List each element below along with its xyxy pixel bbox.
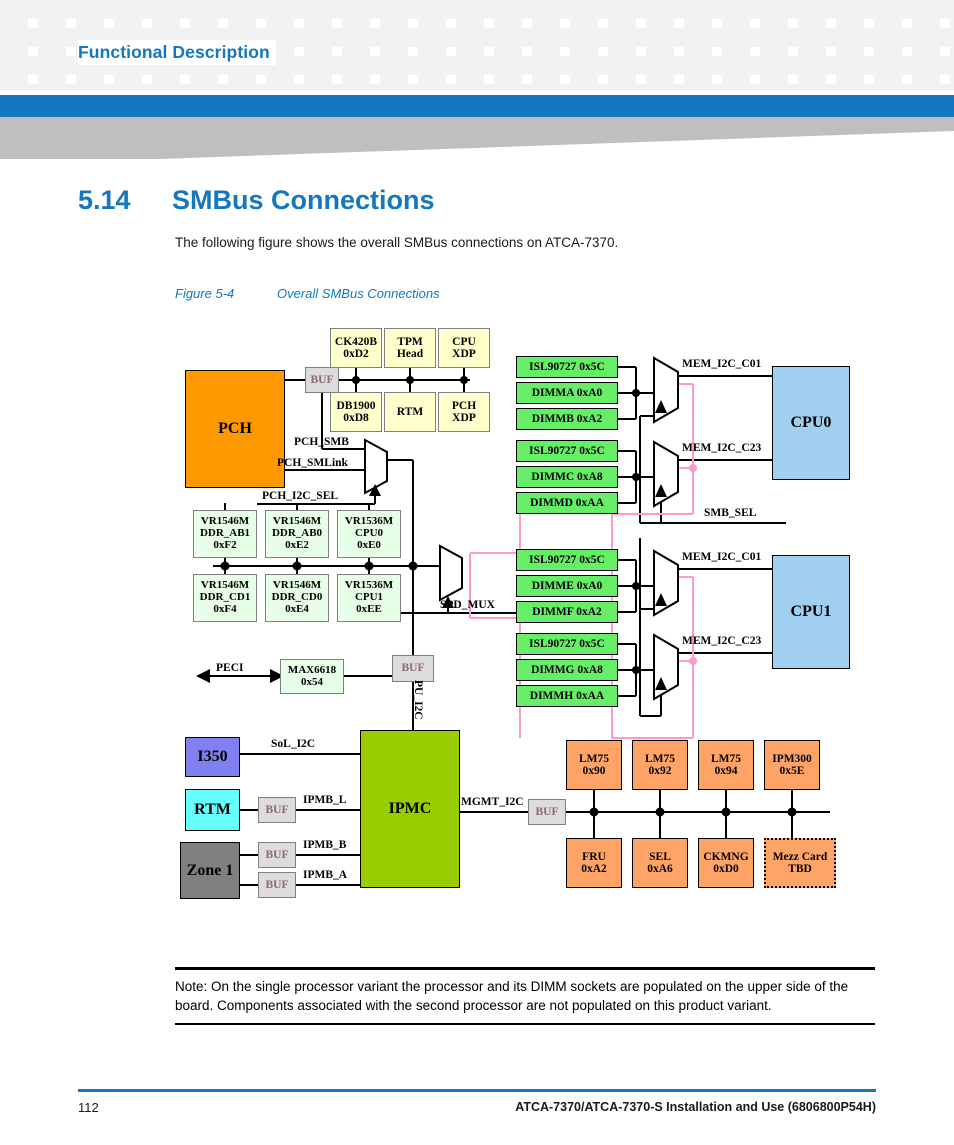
block-rtm-left: RTM <box>185 789 240 831</box>
block-cpu1: CPU1 <box>772 555 850 669</box>
buffer-rtm: BUF <box>258 797 296 823</box>
note-text: Note: On the single processor variant th… <box>175 978 849 1013</box>
block-pch: PCH <box>185 370 285 488</box>
block-dimmb: DIMMB 0xA2 <box>516 408 618 430</box>
net-label-mgmt-i2c: MGMT_I2C <box>461 796 524 808</box>
header-title: Functional Description <box>78 40 276 65</box>
block-pch-label: PCH <box>218 420 252 438</box>
header-blue-bar <box>0 95 954 117</box>
buffer-mgmt: BUF <box>528 799 566 825</box>
buffer-ipmb-a: BUF <box>258 872 296 898</box>
figure-caption: Overall SMBus Connections <box>277 286 440 301</box>
block-isl90727-a: ISL90727 0x5C <box>516 356 618 378</box>
block-vr-ddr-cd0: VR1546M DDR_CD0 0xE4 <box>265 574 329 622</box>
block-dimmg: DIMMG 0xA8 <box>516 659 618 681</box>
block-fru: FRU 0xA2 <box>566 838 622 888</box>
net-label-pch-smlink: PCH_SMLink <box>277 457 348 469</box>
block-ckmng: CKMNG 0xD0 <box>698 838 754 888</box>
smbus-connections-diagram: PCH CK420B 0xD2 TPM Head CPU XDP DB1900 … <box>0 318 954 938</box>
header-gray-wedge <box>0 117 954 159</box>
buffer-ipmb-b: BUF <box>258 842 296 868</box>
net-label-ipmb-b: IPMB_B <box>303 839 347 851</box>
block-cpu0: CPU0 <box>772 366 850 480</box>
figure-number: Figure 5-4 <box>175 286 235 301</box>
block-isl90727-c: ISL90727 0x5C <box>516 549 618 571</box>
net-label-mem-i2c-c01-cpu1: MEM_I2C_C01 <box>682 551 762 563</box>
footer-document-title: ATCA-7370/ATCA-7370-S Installation and U… <box>515 1100 876 1114</box>
net-label-ipmb-a: IPMB_A <box>303 869 348 881</box>
net-label-spd-mux: SPD_MUX <box>440 599 495 611</box>
buffer-pch: BUF <box>305 367 339 393</box>
block-pch-xdp: PCH XDP <box>438 392 490 432</box>
net-label-mem-i2c-c23-cpu1: MEM_I2C_C23 <box>682 635 762 647</box>
block-db1900: DB1900 0xD8 <box>330 392 382 432</box>
block-ipmc: IPMC <box>360 730 460 888</box>
block-dimmc: DIMMC 0xA8 <box>516 466 618 488</box>
intro-paragraph: The following figure shows the overall S… <box>175 235 619 250</box>
block-dimma: DIMMA 0xA0 <box>516 382 618 404</box>
net-label-pch-i2c-sel: PCH_I2C_SEL <box>262 490 339 502</box>
net-label-mem-i2c-c23-cpu0: MEM_I2C_C23 <box>682 442 762 454</box>
block-max6618: MAX6618 0x54 <box>280 659 344 694</box>
net-label-pu-i2c: PU_I2C <box>412 680 424 720</box>
block-zone1: Zone 1 <box>180 842 240 899</box>
block-dimmh: DIMMH 0xAA <box>516 685 618 707</box>
net-label-peci: PECI <box>216 662 244 674</box>
block-i350: I350 <box>185 737 240 777</box>
block-vr-ddr-cd1: VR1546M DDR_CD1 0xF4 <box>193 574 257 622</box>
buffer-spd: BUF <box>392 655 434 682</box>
net-label-mem-i2c-c01-cpu0: MEM_I2C_C01 <box>682 358 762 370</box>
block-vr-ddr-ab0: VR1546M DDR_AB0 0xE2 <box>265 510 329 558</box>
footer-rule <box>78 1089 876 1092</box>
page-title: SMBus Connections <box>172 185 435 215</box>
block-isl90727-d: ISL90727 0x5C <box>516 633 618 655</box>
block-ck420b: CK420B 0xD2 <box>330 328 382 368</box>
block-dimmf: DIMMF 0xA2 <box>516 601 618 623</box>
block-dimme: DIMME 0xA0 <box>516 575 618 597</box>
section-number: 5.14 <box>78 185 131 215</box>
note-bottom-rule <box>175 1022 875 1026</box>
net-label-ipmb-l: IPMB_L <box>303 794 347 806</box>
block-lm75-0x92: LM75 0x92 <box>632 740 688 790</box>
block-vr-cpu0: VR1536M CPU0 0xE0 <box>337 510 401 558</box>
block-sel: SEL 0xA6 <box>632 838 688 888</box>
block-isl90727-b: ISL90727 0x5C <box>516 440 618 462</box>
block-cpu-xdp: CPU XDP <box>438 328 490 368</box>
note-block: Note: On the single processor variant th… <box>175 967 875 1026</box>
net-label-pch-smb: PCH_SMB <box>294 436 349 448</box>
block-vr-cpu1: VR1536M CPU1 0xEE <box>337 574 401 622</box>
net-label-smb-sel: SMB_SEL <box>704 507 757 519</box>
block-dimmd: DIMMD 0xAA <box>516 492 618 514</box>
block-vr-ddr-ab1: VR1546M DDR_AB1 0xF2 <box>193 510 257 558</box>
block-lm75-0x90: LM75 0x90 <box>566 740 622 790</box>
block-mezz-card: Mezz Card TBD <box>764 838 836 888</box>
block-tpm-head: TPM Head <box>384 328 436 368</box>
net-label-sol-i2c: SoL_I2C <box>271 738 316 750</box>
block-rtm-top: RTM <box>384 392 436 432</box>
block-ipm300: IPM300 0x5E <box>764 740 820 790</box>
block-lm75-0x94: LM75 0x94 <box>698 740 754 790</box>
